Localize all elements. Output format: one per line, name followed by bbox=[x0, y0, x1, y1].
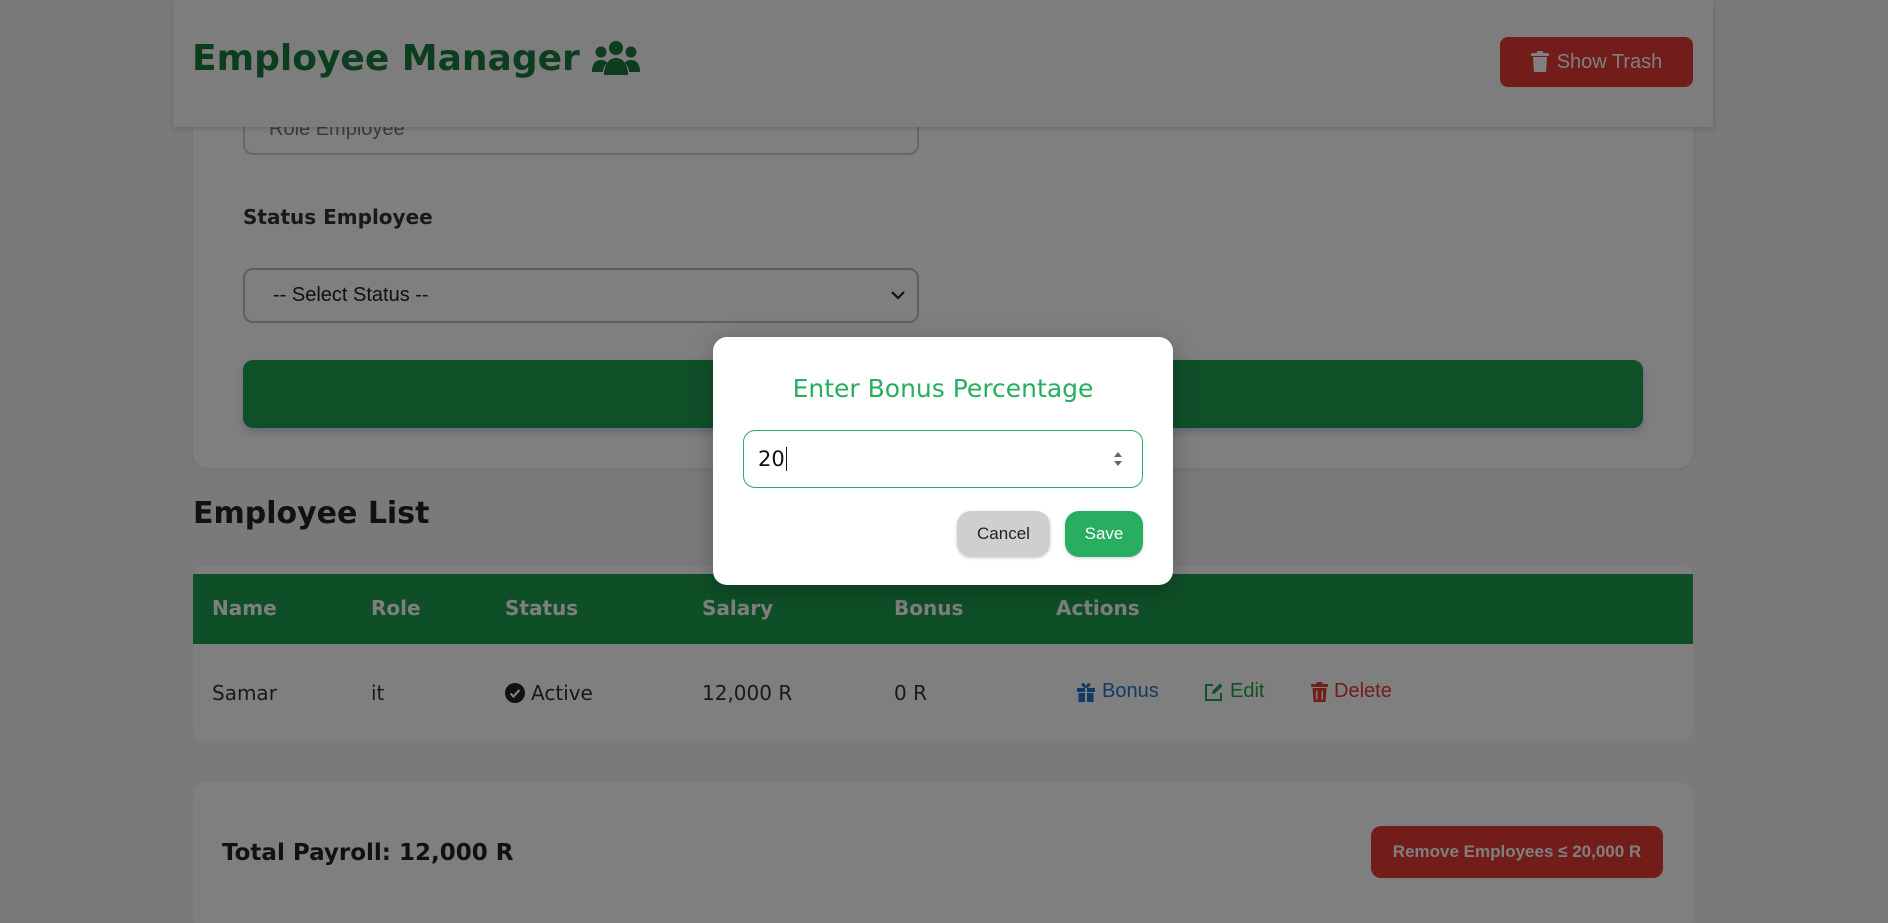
text-caret bbox=[785, 447, 788, 471]
bonus-input-value: 20 bbox=[758, 447, 785, 471]
number-spinner-icon[interactable] bbox=[1112, 449, 1124, 469]
save-button[interactable]: Save bbox=[1065, 511, 1143, 557]
bonus-modal: Enter Bonus Percentage 20 Cancel Save bbox=[713, 337, 1173, 585]
cancel-button[interactable]: Cancel bbox=[957, 511, 1050, 557]
bonus-percentage-input[interactable]: 20 bbox=[743, 430, 1143, 488]
modal-title: Enter Bonus Percentage bbox=[792, 374, 1094, 403]
page: Employee Manager Show Trash Role Employe… bbox=[0, 0, 1888, 923]
